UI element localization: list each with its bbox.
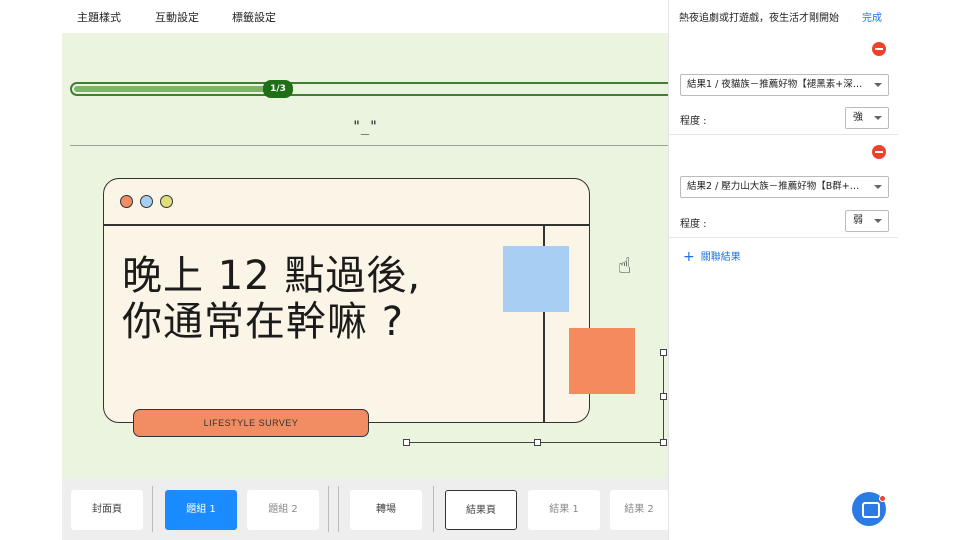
notification-dot — [879, 495, 886, 502]
top-menu: 主題樣式 互動設定 標籤設定 — [0, 0, 668, 33]
menu-theme-style[interactable]: 主題樣式 — [77, 9, 121, 25]
resize-handle[interactable] — [660, 349, 667, 356]
page-strip: 封面頁 題組 1 題組 2 轉場 結果頁 結果 1 結果 2 — [62, 478, 668, 540]
question-subtitle[interactable]: "_" — [62, 119, 668, 135]
chevron-down-icon — [874, 83, 882, 87]
resize-handle[interactable] — [660, 439, 667, 446]
page-thumb-result-2[interactable]: 結果 2 — [610, 490, 668, 530]
degree-2-value: 弱 — [853, 215, 863, 226]
chevron-down-icon — [874, 116, 882, 120]
page-thumb-group-1[interactable]: 題組 1 — [165, 490, 237, 530]
strip-separator — [338, 486, 339, 532]
result-2-value: 結果2 / 壓力山大族－推薦好物【B群+… — [687, 181, 860, 192]
chat-support-button[interactable] — [852, 492, 886, 526]
plus-icon: + — [683, 249, 695, 265]
progress-badge: 1/3 — [262, 80, 293, 98]
divider — [669, 134, 898, 135]
resize-handle[interactable] — [534, 439, 541, 446]
strip-separator — [328, 486, 329, 532]
window-titlebar-line — [104, 224, 589, 226]
strip-separator — [433, 486, 434, 532]
divider — [669, 237, 898, 238]
page-thumb-result-1[interactable]: 結果 1 — [528, 490, 600, 530]
lifestyle-survey-pill[interactable]: LIFESTYLE SURVEY — [133, 409, 369, 437]
editor-canvas: 1/3 "_" 晚上 12 點過後, 你通常在幹嘛 ? LIFESTYLE SU… — [62, 33, 668, 478]
page-thumb-transition[interactable]: 轉場 — [350, 490, 422, 530]
window-dot-yellow — [160, 195, 173, 208]
remove-result-2-icon[interactable] — [872, 145, 886, 159]
remove-result-1-icon[interactable] — [872, 42, 886, 56]
divider — [70, 145, 668, 146]
result-1-dropdown[interactable]: 結果1 / 夜貓族－推薦好物【褪黑素+深… — [680, 74, 889, 96]
page-thumb-result-page[interactable]: 結果頁 — [445, 490, 517, 530]
strip-separator — [152, 486, 153, 532]
progress-bar: 1/3 — [70, 80, 668, 98]
degree-label-2: 程度 : — [680, 219, 707, 230]
result-2-dropdown[interactable]: 結果2 / 壓力山大族－推薦好物【B群+… — [680, 176, 889, 198]
headline-line-2: 你通常在幹嘛 ? — [122, 299, 404, 345]
chevron-down-icon — [874, 185, 882, 189]
chevron-down-icon — [874, 219, 882, 223]
page-thumb-group-2[interactable]: 題組 2 — [247, 490, 319, 530]
window-dot-blue — [140, 195, 153, 208]
add-linked-result-label: 關聯結果 — [700, 252, 741, 263]
blue-square-shape[interactable] — [503, 246, 569, 312]
degree-1-value: 強 — [853, 112, 863, 123]
degree-label-1: 程度 : — [680, 116, 707, 127]
menu-interaction-settings[interactable]: 互動設定 — [155, 9, 199, 25]
progress-fill — [74, 86, 278, 92]
done-button[interactable]: 完成 — [862, 9, 882, 24]
selection-box — [406, 353, 664, 443]
add-linked-result-button[interactable]: + 關聯結果 — [683, 248, 741, 265]
page-thumb-cover[interactable]: 封面頁 — [71, 490, 143, 530]
degree-2-select[interactable]: 弱 — [845, 210, 889, 232]
resize-handle[interactable] — [660, 393, 667, 400]
menu-tag-settings[interactable]: 標籤設定 — [232, 9, 276, 25]
resize-handle[interactable] — [403, 439, 410, 446]
degree-1-select[interactable]: 強 — [845, 107, 889, 129]
hand-pointer-icon: ☝ — [618, 254, 632, 279]
question-headline[interactable]: 晚上 12 點過後, 你通常在幹嘛 ? — [122, 253, 421, 345]
result-1-value: 結果1 / 夜貓族－推薦好物【褪黑素+深… — [687, 79, 863, 90]
window-dot-orange — [120, 195, 133, 208]
settings-panel: 熱夜追劇或打遊戲，夜生活才剛開始 完成 結果1 / 夜貓族－推薦好物【褪黑素+深… — [668, 0, 898, 540]
headline-line-1: 晚上 12 點過後, — [122, 253, 422, 299]
panel-title: 熱夜追劇或打遊戲，夜生活才剛開始 — [679, 13, 839, 24]
